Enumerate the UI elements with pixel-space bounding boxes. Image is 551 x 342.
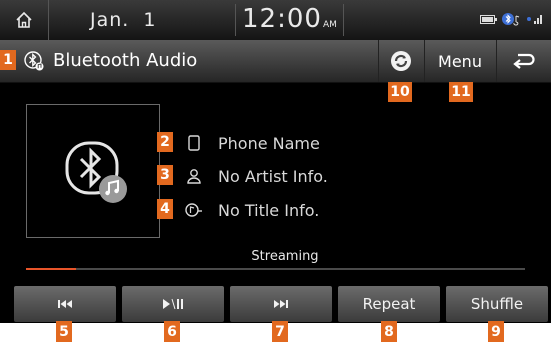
status-icons xyxy=(480,12,546,28)
progress-bar xyxy=(26,268,525,270)
clock: 12:00 AM xyxy=(235,4,344,36)
previous-button[interactable] xyxy=(14,286,116,322)
date-display: Jan. 1 xyxy=(90,9,157,31)
artist-name: No Artist Info. xyxy=(218,166,328,186)
screen: Jan. 1 12:00 AM Bluetooth Audio Menu Pho… xyxy=(0,0,551,342)
phone-name-row: Phone Name xyxy=(184,131,320,155)
bluetooth-music-icon xyxy=(65,141,127,203)
callout-1: 1 xyxy=(0,50,16,70)
next-button[interactable] xyxy=(230,286,332,322)
song-title: No Title Info. xyxy=(218,200,320,220)
callout-7: 7 xyxy=(272,321,288,342)
bluetooth-icon xyxy=(24,51,44,71)
callout-5: 5 xyxy=(56,321,72,342)
ampm-display: AM xyxy=(322,20,337,30)
phone-icon xyxy=(184,133,204,153)
home-button[interactable] xyxy=(0,0,49,40)
callout-2: 2 xyxy=(157,132,173,152)
signal-icon xyxy=(527,15,542,24)
artist-row: No Artist Info. xyxy=(184,164,328,188)
head-unit-display: Jan. 1 12:00 AM Bluetooth Audio Menu Pho… xyxy=(0,0,551,323)
time-display: 12:00 xyxy=(242,4,322,34)
progress-fill xyxy=(26,268,76,270)
bluetooth-status-icon xyxy=(502,13,520,26)
album-art xyxy=(26,104,160,238)
callout-11: 11 xyxy=(449,82,473,102)
status-bar: Jan. 1 12:00 AM xyxy=(0,0,551,40)
shuffle-button[interactable]: Shuffle xyxy=(446,286,548,322)
bluetooth-connection-button[interactable] xyxy=(378,40,424,82)
callout-9: 9 xyxy=(488,321,504,342)
person-icon xyxy=(184,166,204,186)
back-button[interactable] xyxy=(496,40,551,82)
song-title-icon xyxy=(184,200,204,220)
menu-button[interactable]: Menu xyxy=(424,40,496,82)
skip-previous-icon xyxy=(58,300,72,308)
play-pause-icon xyxy=(163,298,183,310)
bluetooth-connection-icon xyxy=(391,51,411,71)
back-arrow-icon xyxy=(512,53,535,69)
callout-6: 6 xyxy=(164,321,180,342)
play-pause-button[interactable] xyxy=(122,286,224,322)
repeat-button[interactable]: Repeat xyxy=(338,286,440,322)
skip-next-icon xyxy=(274,300,288,308)
phone-name: Phone Name xyxy=(218,133,320,153)
home-icon xyxy=(16,11,32,28)
callout-8: 8 xyxy=(381,321,397,342)
title-row: No Title Info. xyxy=(184,198,319,222)
source-title: Bluetooth Audio xyxy=(53,50,198,71)
callout-10: 10 xyxy=(388,82,412,102)
battery-icon xyxy=(480,15,497,24)
callout-3: 3 xyxy=(157,165,173,185)
callout-4: 4 xyxy=(157,199,173,219)
streaming-status: Streaming xyxy=(251,249,319,264)
